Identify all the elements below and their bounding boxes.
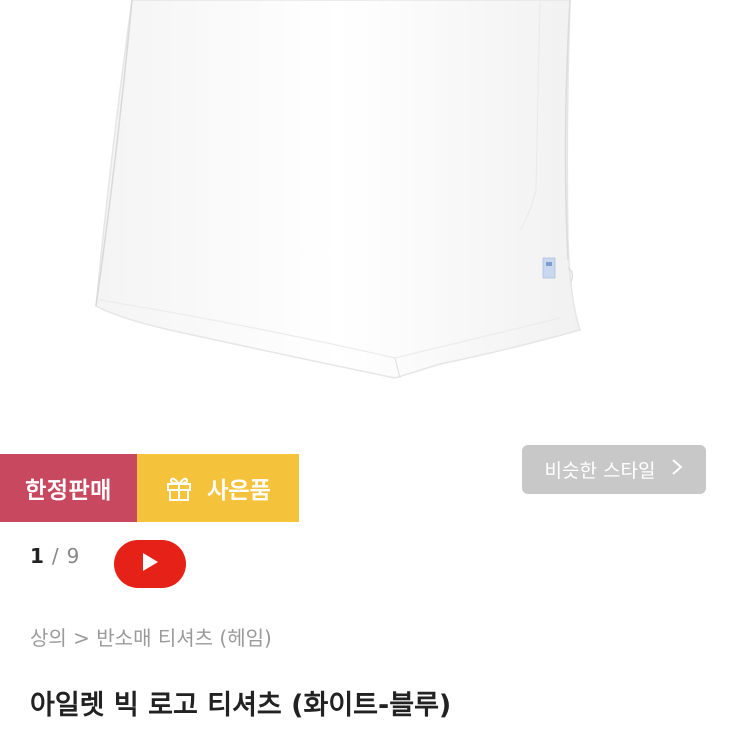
video-play-button[interactable] [114,540,186,588]
gift-badge: 사은품 [137,454,299,522]
gift-label: 사은품 [207,478,271,504]
tshirt-image [95,0,581,379]
similar-style-button[interactable]: 비슷한 스타일 [522,445,706,494]
badge-group: 한정판매 사은품 [0,454,299,522]
breadcrumb[interactable]: 상의 > 반소매 티셔츠 (헤임) [30,622,272,651]
pager-total: 9 [66,544,80,568]
chevron-right-icon [671,458,683,481]
image-pager: 1 / 9 [30,544,79,568]
limited-sale-label: 한정판매 [25,478,112,504]
play-icon [141,552,159,576]
gift-icon [165,474,193,502]
product-image[interactable] [0,0,734,454]
product-page: 한정판매 사은품 비슷한 스타일 1 / 9 상의 > 반소매 티셔츠 (헤임)… [0,0,734,734]
pager-separator: / [51,544,59,568]
similar-style-label: 비슷한 스타일 [544,460,656,482]
pager-current: 1 [30,544,44,568]
product-title: 아일렛 빅 로고 티셔츠 (화이트-블루) [30,690,452,721]
limited-sale-badge: 한정판매 [0,454,137,522]
